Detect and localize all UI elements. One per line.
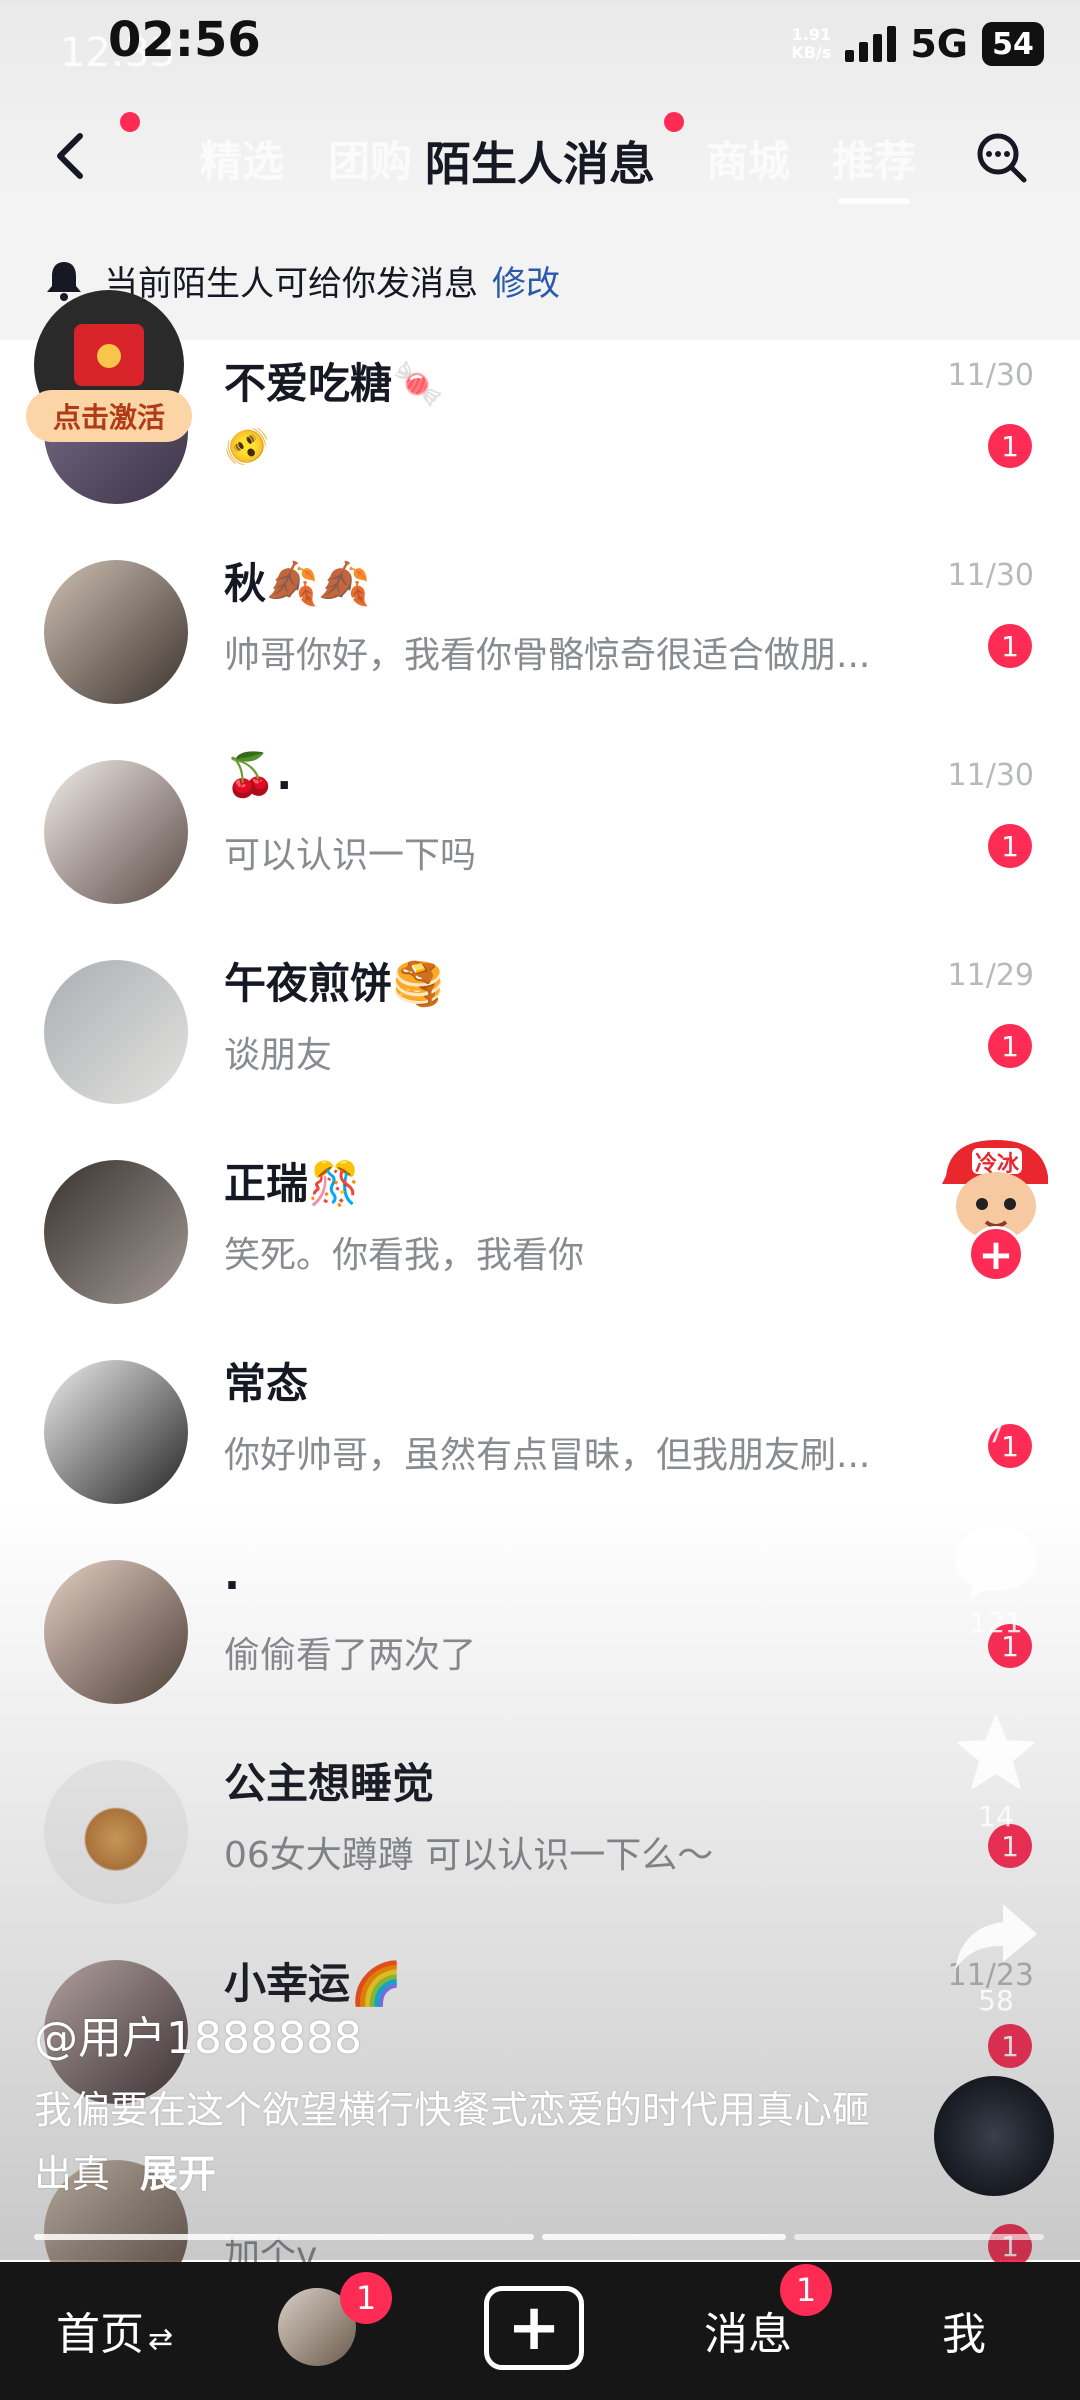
favorite-action[interactable]: 14 xyxy=(946,1710,1046,1833)
message-row[interactable]: 秋🍂🍂 帅哥你好，我看你骨骼惊奇很适合做朋... 11/30 1 xyxy=(0,540,1080,740)
progress-segment xyxy=(794,2234,1044,2240)
message-preview: 你好帅哥，虽然有点冒昧，但我朋友刷... xyxy=(224,1435,871,1476)
unread-badge: 1 xyxy=(988,2024,1032,2068)
status-time: 02:56 xyxy=(108,12,261,68)
comment-icon xyxy=(955,1526,1037,1598)
unread-badge: 1 xyxy=(988,824,1032,868)
unread-badge: 1 xyxy=(988,624,1032,668)
message-name: 秋🍂🍂 xyxy=(224,559,371,608)
red-packet-label: 点击激活 xyxy=(26,390,192,442)
ghost-tab-underline xyxy=(838,198,910,204)
status-indicators: 1.91 KB/s 5G 54 xyxy=(791,22,1044,66)
friends-badge: 1 xyxy=(340,2272,392,2324)
creator-tag: 冷冰 xyxy=(974,1152,1019,1177)
message-date: 11/30 xyxy=(947,558,1034,593)
message-name: . xyxy=(224,1550,240,1599)
video-caption: 我偏要在这个欲望横行快餐式恋爱的时代用真心砸出真 展开 xyxy=(34,2078,884,2206)
bottom-tab-bar: 首页 ⇄ 1 + 消息 1 我 xyxy=(0,2262,1080,2400)
caption-expand[interactable]: 展开 xyxy=(140,2152,216,2196)
message-name: 正瑞🎊 xyxy=(224,1159,361,1208)
progress-segment xyxy=(34,2234,534,2240)
top-nav: 精选 团购 商城 推荐 陌生人消息 xyxy=(0,90,1080,220)
net-speed-value: 1.91 xyxy=(791,25,832,44)
notice-edit-link[interactable]: 修改 xyxy=(492,256,560,305)
message-date: 11/29 xyxy=(947,958,1034,993)
message-preview: 可以认识一下吗 xyxy=(224,835,477,876)
title-notification-dot xyxy=(664,112,684,132)
message-row[interactable]: 午夜煎饼🥞 谈朋友 11/29 1 xyxy=(0,940,1080,1140)
more-icon[interactable] xyxy=(970,126,1032,188)
message-preview: 🫨 xyxy=(224,427,269,468)
message-preview: 谈朋友 xyxy=(224,1035,333,1076)
avatar[interactable] xyxy=(44,1560,188,1704)
follow-button[interactable]: + xyxy=(968,1226,1024,1282)
avatar[interactable] xyxy=(44,1760,188,1904)
share-action[interactable]: 58 xyxy=(946,1898,1046,2017)
message-row[interactable]: 正瑞🎊 笑死。你看我，我看你 xyxy=(0,1140,1080,1340)
unread-badge: 1 xyxy=(988,424,1032,468)
avatar[interactable] xyxy=(44,1160,188,1304)
avatar[interactable] xyxy=(44,560,188,704)
avatar[interactable] xyxy=(44,960,188,1104)
battery-icon: 54 xyxy=(982,22,1044,66)
favorite-count: 14 xyxy=(978,1800,1014,1833)
message-name: 公主想睡觉 xyxy=(224,1759,435,1808)
red-packet-widget[interactable]: 点击激活 xyxy=(26,290,196,450)
tab-messages[interactable]: 消息 xyxy=(704,2298,792,2362)
like-action[interactable]: 7 xyxy=(946,1330,1046,1449)
status-bar: 12:33 02:56 1.91 KB/s 5G 54 xyxy=(0,0,1080,90)
switch-icon: ⇄ xyxy=(148,2322,174,2357)
like-count: 7 xyxy=(987,1416,1005,1449)
avatar[interactable] xyxy=(44,1360,188,1504)
message-row[interactable]: 常态 你好帅哥，虽然有点冒昧，但我朋友刷... 1 xyxy=(0,1340,1080,1540)
heart-icon xyxy=(955,1334,1037,1404)
comment-action[interactable]: 121 xyxy=(946,1520,1046,1639)
page-title: 陌生人消息 xyxy=(425,137,655,191)
network-type: 5G xyxy=(910,22,968,66)
message-preview: 06女大蹲蹲 可以认识一下么～ xyxy=(224,1835,714,1876)
tab-home[interactable]: 首页 ⇄ xyxy=(56,2298,173,2362)
message-preview: 偷偷看了两次了 xyxy=(224,1635,477,1676)
avatar[interactable] xyxy=(44,760,188,904)
message-name: 午夜煎饼🥞 xyxy=(224,959,445,1008)
message-name: 🍒. xyxy=(224,750,293,799)
envelope-seal-icon xyxy=(97,344,121,368)
unread-badge: 1 xyxy=(988,1024,1032,1068)
message-row[interactable]: . 偷偷看了两次了 1 xyxy=(0,1540,1080,1740)
message-name: 不爱吃糖🍬 xyxy=(224,359,445,408)
tab-home-label: 首页 xyxy=(56,2309,144,2360)
video-author[interactable]: @用户1888888 xyxy=(34,2002,362,2066)
music-disc[interactable] xyxy=(934,2076,1054,2196)
plus-icon: + xyxy=(507,2291,561,2365)
net-speed-unit: KB/s xyxy=(791,43,832,62)
message-date: 11/30 xyxy=(947,358,1034,393)
share-icon xyxy=(955,1904,1037,1970)
message-preview: 帅哥你好，我看你骨骼惊奇很适合做朋... xyxy=(224,635,871,676)
comment-count: 121 xyxy=(969,1606,1023,1639)
tab-me[interactable]: 我 xyxy=(942,2298,986,2362)
message-row[interactable]: 公主想睡觉 06女大蹲蹲 可以认识一下么～ 1 xyxy=(0,1740,1080,1940)
signal-icon xyxy=(845,26,897,62)
share-count: 58 xyxy=(978,1984,1014,2017)
message-date: 11/30 xyxy=(947,758,1034,793)
messages-badge: 1 xyxy=(780,2264,832,2316)
message-preview: 笑死。你看我，我看你 xyxy=(224,1235,585,1276)
create-button[interactable]: + xyxy=(484,2286,584,2370)
net-speed: 1.91 KB/s xyxy=(791,26,831,62)
message-row[interactable]: 🍒. 可以认识一下吗 11/30 1 xyxy=(0,740,1080,940)
progress-segment xyxy=(542,2234,786,2240)
message-name: 常态 xyxy=(224,1359,309,1408)
star-icon xyxy=(956,1714,1036,1790)
